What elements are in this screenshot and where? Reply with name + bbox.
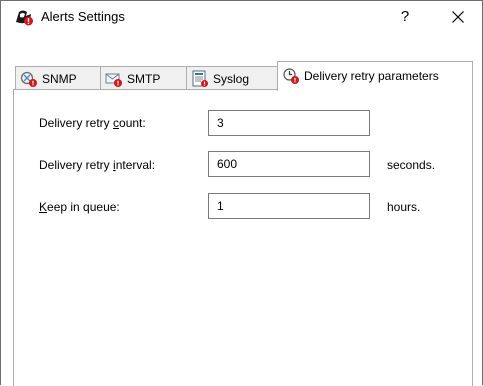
- help-button[interactable]: ?: [387, 4, 423, 30]
- alerts-settings-dialog: Alerts Settings ? SNMP SMTP Syslog Deliv…: [0, 0, 483, 386]
- retry-interval-label: Delivery retry interval:: [39, 158, 155, 172]
- retry-count-field[interactable]: 3: [208, 110, 370, 136]
- alerts-app-icon: [16, 10, 33, 26]
- retry-interval-label-text: Delivery retry: [39, 158, 114, 172]
- close-icon: [452, 11, 464, 23]
- tab-delivery-retry-parameters[interactable]: Delivery retry parameters: [277, 61, 473, 91]
- close-button[interactable]: [438, 4, 478, 30]
- retry-interval-field[interactable]: 600: [208, 151, 370, 177]
- syslog-icon: [192, 70, 208, 87]
- delivery-retry-panel: Delivery retry count: 3 Delivery retry i…: [13, 89, 473, 386]
- tab-strip: SNMP SMTP Syslog Delivery retry paramete…: [13, 61, 473, 91]
- smtp-mail-icon: [105, 73, 122, 87]
- keep-in-queue-field[interactable]: 1: [208, 193, 370, 219]
- snmp-icon: [20, 71, 37, 87]
- window-title: Alerts Settings: [41, 9, 125, 24]
- tab-syslog-label: Syslog: [213, 72, 250, 86]
- keep-in-queue-label-accel: K: [39, 200, 48, 214]
- tab-snmp[interactable]: SNMP: [15, 66, 101, 90]
- retry-count-label-text: Delivery retry: [39, 116, 114, 130]
- tab-smtp[interactable]: SMTP: [100, 66, 187, 90]
- tab-delivery-retry-label: Delivery retry parameters: [304, 69, 439, 83]
- retry-interval-unit: seconds.: [387, 158, 436, 172]
- tab-smtp-label: SMTP: [127, 72, 161, 86]
- tab-syslog[interactable]: Syslog: [186, 66, 278, 90]
- title-bar: Alerts Settings ?: [1, 1, 482, 33]
- keep-in-queue-unit: hours.: [387, 200, 421, 214]
- retry-count-label-text-end: ount:: [119, 116, 146, 130]
- tab-snmp-label: SNMP: [42, 72, 77, 86]
- delivery-retry-clock-icon: [283, 68, 299, 84]
- retry-count-label: Delivery retry count:: [39, 116, 146, 130]
- keep-in-queue-label-text-end: eep in queue:: [47, 200, 120, 214]
- keep-in-queue-label: Keep in queue:: [39, 200, 120, 214]
- retry-interval-label-text-end: nterval:: [115, 158, 156, 172]
